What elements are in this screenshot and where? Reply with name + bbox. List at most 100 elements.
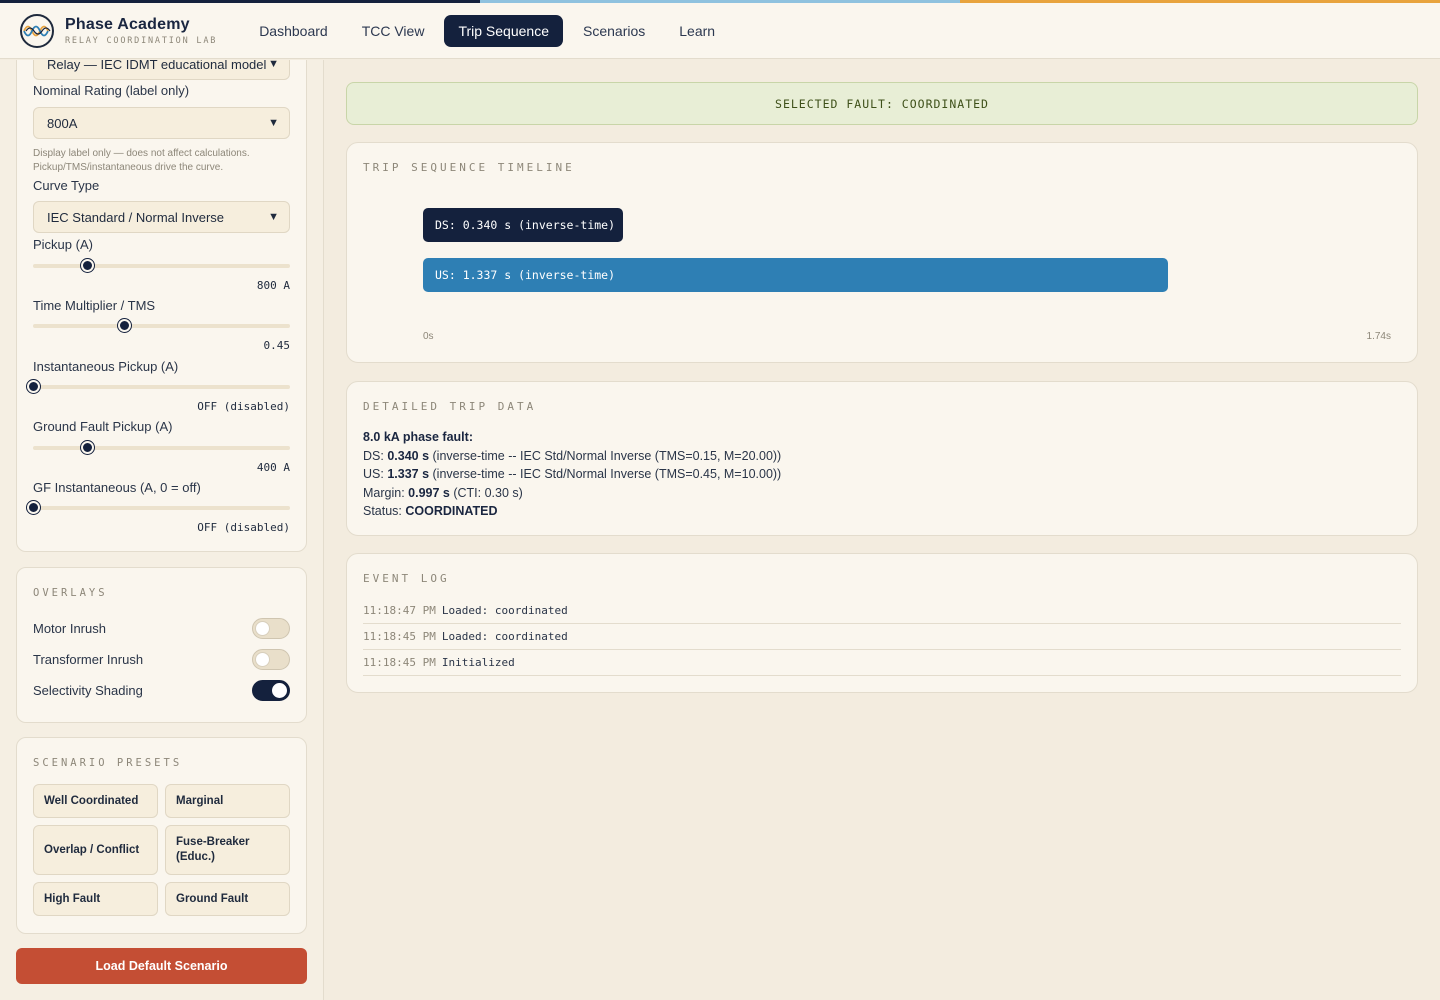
nominal-rating-value: 800A [47,116,78,131]
preset-fuse-breaker[interactable]: Fuse-Breaker (Educ.) [165,825,290,875]
gf-inst-slider-thumb[interactable] [27,501,40,514]
transformer-inrush-toggle[interactable] [252,649,290,670]
status-prefix: Status: [363,504,406,518]
log-entry: 11:18:45 PM Initialized [363,650,1401,676]
preset-marginal[interactable]: Marginal [165,784,290,818]
margin-prefix: Margin: [363,485,409,500]
main-nav: Dashboard TCC View Trip Sequence Scenari… [245,14,729,47]
log-entry: 11:18:47 PM Loaded: coordinated [363,598,1401,624]
overlays-card: OVERLAYS Motor Inrush Transformer Inrush… [16,567,307,723]
nominal-rating-hint: Display label only — does not affect cal… [33,148,250,173]
chevron-down-icon: ▼ [268,211,279,223]
us-trip-detail: (inverse-time -- IEC Std/Normal Inverse … [429,467,782,481]
presets-title: SCENARIO PRESETS [33,757,183,769]
log-timestamp: 11:18:45 PM [363,656,436,669]
margin-line: Margin: 0.997 s (CTI: 0.30 s) [363,484,781,503]
inst-pickup-slider-thumb[interactable] [27,380,40,393]
log-timestamp: 11:18:47 PM [363,604,436,617]
overlay-label: Motor Inrush [33,621,106,636]
chevron-down-icon: ▼ [268,60,279,70]
pickup-slider-thumb[interactable] [80,259,94,272]
overlay-transformer-inrush[interactable]: Transformer Inrush [33,649,290,671]
nominal-rating-select[interactable]: 800A ▼ [33,107,290,139]
gf-inst-value: OFF (disabled) [197,521,290,534]
detailed-trip-data-panel: DETAILED TRIP DATA 8.0 kA phase fault: D… [346,381,1418,536]
gf-inst-slider[interactable] [27,501,290,514]
device-model-select[interactable]: Relay — IEC IDMT educational model ▼ [33,60,290,80]
us-prefix: US: [363,467,388,481]
overlay-motor-inrush[interactable]: Motor Inrush [33,618,290,640]
tab-tcc-view[interactable]: TCC View [348,15,439,47]
nominal-rating-label: Nominal Rating (label only) [33,83,190,98]
log-message: Initialized [441,656,515,669]
selectivity-shading-toggle[interactable] [252,680,290,701]
margin-value: 0.997 s [408,485,450,500]
log-message: Loaded: coordinated [441,630,568,643]
gf-pickup-slider[interactable] [33,441,290,454]
app-header: Phase Academy RELAY COORDINATION LAB Das… [0,3,1440,59]
status-line: Status: COORDINATED [363,502,781,521]
log-entry: 11:18:45 PM Loaded: coordinated [363,624,1401,650]
preset-high-fault[interactable]: High Fault [33,882,158,916]
ds-trip-line: DS: 0.340 s (inverse-time -- IEC Std/Nor… [363,447,781,466]
inst-pickup-label: Instantaneous Pickup (A) [33,359,179,374]
device-model-value: Relay — IEC IDMT educational model [47,60,267,72]
overlay-label: Selectivity Shading [33,683,143,698]
curve-type-value: IEC Standard / Normal Inverse [47,210,225,225]
tab-learn[interactable]: Learn [665,15,729,47]
pickup-value: 800 A [256,279,290,292]
tms-slider[interactable] [33,319,290,332]
ds-trip-detail: (inverse-time -- IEC Std/Normal Inverse … [429,448,782,463]
ds-trip-bar[interactable]: DS: 0.340 s (inverse-time) [423,208,623,242]
overlay-label: Transformer Inrush [33,652,144,667]
us-trip-line: US: 1.337 s (inverse-time -- IEC Std/Nor… [363,465,781,484]
trip-data-lines: 8.0 kA phase fault: DS: 0.340 s (inverse… [363,428,781,521]
margin-detail: (CTI: 0.30 s) [449,485,523,500]
toggle-knob [255,621,270,636]
preset-ground-fault[interactable]: Ground Fault [165,882,290,916]
app-tagline: RELAY COORDINATION LAB [65,35,218,46]
load-default-scenario-button[interactable]: Load Default Scenario [16,948,307,984]
gf-inst-label: GF Instantaneous (A, 0 = off) [33,480,201,495]
overlay-selectivity-shading[interactable]: Selectivity Shading [33,680,290,702]
log-message: Loaded: coordinated [441,604,568,617]
status-value: COORDINATED [405,504,498,518]
us-trip-bar[interactable]: US: 1.337 s (inverse-time) [423,258,1169,292]
ds-prefix: DS: [363,448,388,463]
toggle-knob [255,652,270,667]
motor-inrush-toggle[interactable] [252,618,290,639]
app-name: Phase Academy [65,15,190,33]
tab-dashboard[interactable]: Dashboard [245,15,342,47]
gf-pickup-value: 400 A [256,461,290,474]
event-log-title: EVENT LOG [363,572,450,585]
timeline-title: TRIP SEQUENCE TIMELINE [363,161,575,174]
preset-overlap-conflict[interactable]: Overlap / Conflict [33,825,158,875]
us-trip-time: 1.337 s [387,467,430,481]
overlays-title: OVERLAYS [33,587,108,599]
inst-pickup-value: OFF (disabled) [197,400,290,413]
device-settings-card: Relay — IEC IDMT educational model ▼ Nom… [16,60,307,552]
gf-pickup-slider-thumb[interactable] [80,441,94,454]
settings-sidebar[interactable]: Relay — IEC IDMT educational model ▼ Nom… [0,60,324,1000]
chevron-down-icon: ▼ [268,117,279,129]
tms-slider-thumb[interactable] [118,319,132,332]
toggle-knob [272,683,287,698]
log-timestamp: 11:18:45 PM [363,630,436,643]
logo-icon [20,13,54,48]
curve-type-select[interactable]: IEC Standard / Normal Inverse ▼ [33,201,290,233]
fault-heading: 8.0 kA phase fault: [363,430,473,444]
timeline-axis-start: 0s [423,331,434,342]
tab-trip-sequence[interactable]: Trip Sequence [444,14,563,47]
event-log-panel: EVENT LOG 11:18:47 PM Loaded: coordinated… [346,553,1418,693]
inst-pickup-slider[interactable] [27,380,290,393]
tab-scenarios[interactable]: Scenarios [569,15,659,47]
selected-fault-banner: SELECTED FAULT: COORDINATED [346,82,1418,125]
trip-data-title: DETAILED TRIP DATA [363,400,537,413]
trip-sequence-timeline-panel: TRIP SEQUENCE TIMELINE DS: 0.340 s (inve… [346,142,1418,363]
preset-well-coordinated[interactable]: Well Coordinated [33,784,158,818]
tms-value: 0.45 [263,339,291,352]
gf-pickup-label: Ground Fault Pickup (A) [33,419,173,434]
pickup-slider[interactable] [33,259,290,272]
tms-label: Time Multiplier / TMS [33,298,156,313]
scenario-presets-card: SCENARIO PRESETS Well Coordinated Margin… [16,737,307,934]
